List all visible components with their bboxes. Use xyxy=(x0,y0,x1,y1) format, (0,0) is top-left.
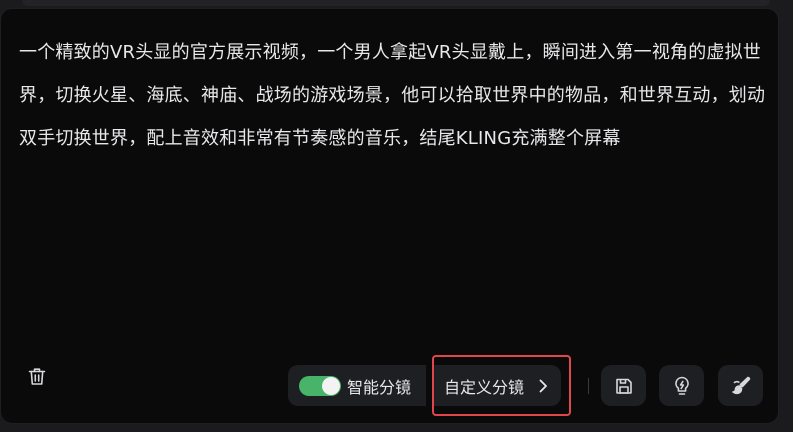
brush-button[interactable] xyxy=(718,365,763,406)
trash-icon xyxy=(28,367,46,385)
brush-icon xyxy=(731,376,750,394)
delete-button[interactable] xyxy=(26,365,48,387)
prompt-panel: 一个精致的VR头显的官方展示视频，一个男人拿起VR头显戴上，瞬间进入第一视角的虚… xyxy=(0,8,779,424)
lightbulb-icon xyxy=(674,376,689,395)
idea-button[interactable] xyxy=(659,365,704,406)
save-button[interactable] xyxy=(601,365,646,406)
toggle-knob xyxy=(322,376,340,395)
save-icon xyxy=(615,378,632,394)
previous-card-edge xyxy=(22,0,770,6)
chevron-right-icon xyxy=(538,377,552,395)
prompt-text[interactable]: 一个精致的VR头显的官方展示视频，一个男人拿起VR头显戴上，瞬间进入第一视角的虚… xyxy=(19,31,767,160)
custom-storyboard-button[interactable]: 自定义分镜 xyxy=(432,355,571,416)
app-frame: 一个精致的VR头显的官方展示视频，一个男人拿起VR头显戴上，瞬间进入第一视角的虚… xyxy=(0,0,793,432)
smart-storyboard-toggle[interactable]: 智能分镜 xyxy=(288,365,426,406)
toggle-switch[interactable] xyxy=(299,375,341,396)
custom-storyboard-label: 自定义分镜 xyxy=(444,377,525,397)
toolbar-divider xyxy=(588,378,589,394)
smart-storyboard-label: 智能分镜 xyxy=(347,377,412,397)
